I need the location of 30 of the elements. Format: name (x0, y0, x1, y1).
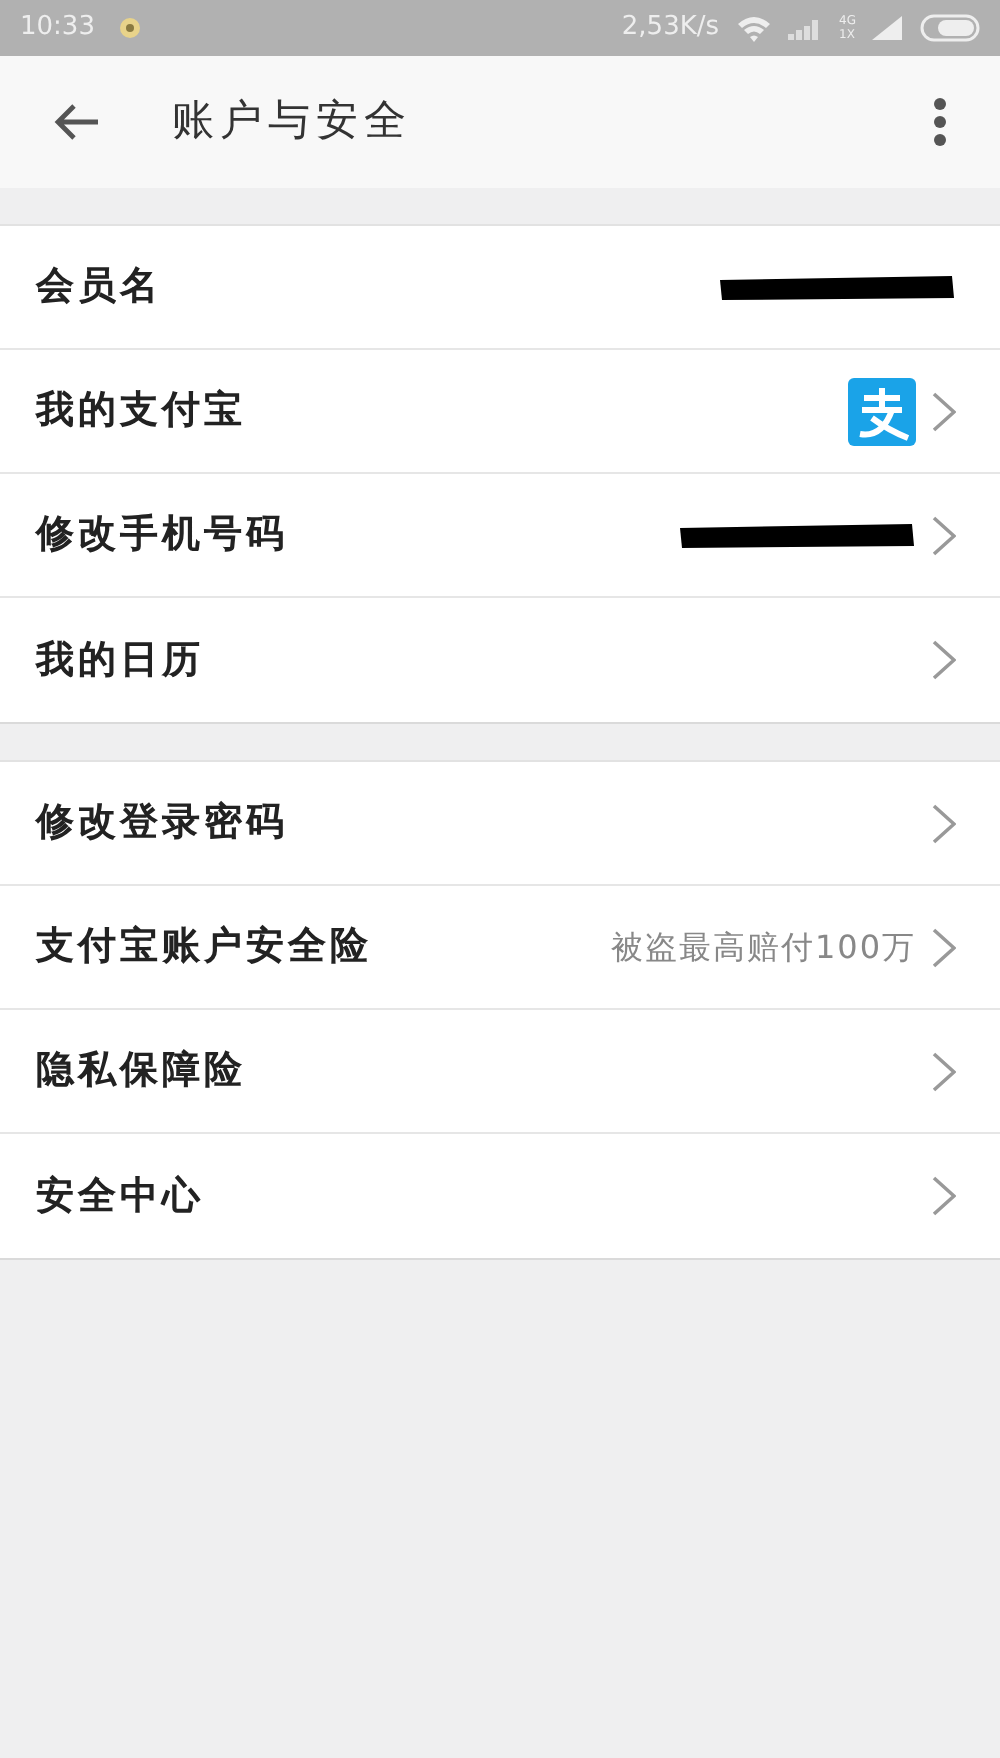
row-label: 我的支付宝 (36, 386, 246, 437)
row-label: 隐私保障险 (36, 1046, 246, 1097)
battery-icon (920, 14, 984, 42)
signal-icon (787, 16, 824, 40)
back-arrow-icon (52, 102, 100, 142)
more-button[interactable] (932, 96, 948, 148)
settings-row[interactable]: 隐私保障险 (0, 1010, 1000, 1134)
notification-icon (118, 16, 143, 40)
signal-icon (872, 16, 904, 40)
wifi-icon (735, 14, 772, 42)
row-value: 被盗最高赔付100万 (610, 925, 916, 969)
settings-row[interactable]: 修改手机号码 (0, 474, 1000, 598)
settings-row[interactable]: 支付宝账户安全险 被盗最高赔付100万 (0, 886, 1000, 1010)
row-label: 我的日历 (36, 635, 204, 686)
row-label: 修改登录密码 (36, 798, 288, 849)
back-button[interactable] (52, 102, 100, 142)
payment-app-logo-icon (848, 377, 916, 445)
settings-row[interactable]: 我的支付宝 (0, 350, 1000, 474)
clock: 10:33 (20, 10, 95, 47)
network-speed: 2,53K/s (621, 10, 720, 47)
more-icon (932, 96, 948, 148)
row-label: 安全中心 (36, 1171, 204, 1222)
settings-row[interactable]: 修改登录密码 (0, 762, 1000, 886)
settings-row[interactable]: 我的日历 (0, 598, 1000, 722)
row-label: 会员名 (36, 262, 162, 313)
settings-row[interactable]: 安全中心 (0, 1134, 1000, 1258)
row-label: 修改手机号码 (36, 510, 288, 561)
settings-row[interactable]: 会员名 (0, 226, 1000, 350)
page-title: 账户与安全 (172, 94, 412, 149)
row-label: 支付宝账户安全险 (36, 922, 372, 973)
